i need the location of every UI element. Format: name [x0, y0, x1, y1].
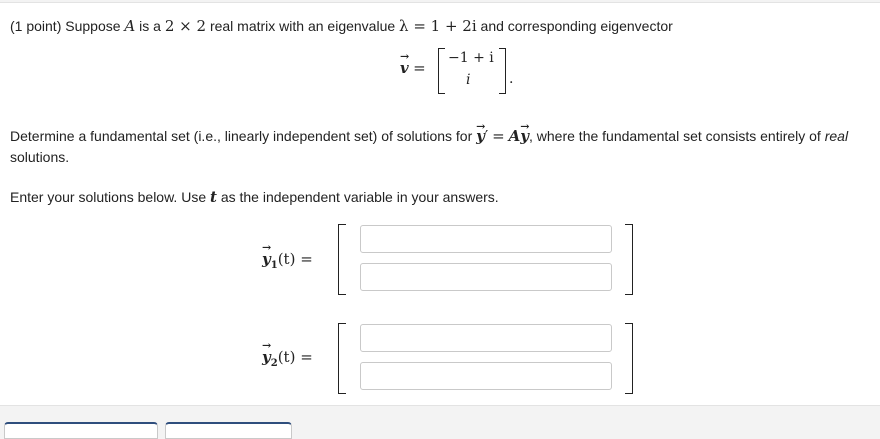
- y2-right-bracket: [625, 323, 633, 394]
- y2-argument: (t) =: [277, 348, 313, 366]
- intro-text-a: Suppose: [65, 18, 121, 34]
- submit-button-partial[interactable]: [4, 422, 158, 439]
- determine-instruction: Determine a fundamental set (i.e., linea…: [10, 120, 849, 145]
- problem-panel: (1 point) Suppose A is a 2 × 2 real matr…: [0, 2, 880, 406]
- prime-symbol: ′: [484, 127, 489, 145]
- vector-arrow-icon: →: [262, 241, 272, 254]
- y1-left-bracket: [338, 224, 346, 295]
- y1-subscript: 1: [270, 260, 278, 271]
- eigenvector-entry-2: i: [466, 72, 471, 88]
- points-label: (1 point): [10, 18, 62, 34]
- vector-y2-symbol: → y: [262, 339, 272, 366]
- secondary-button-partial[interactable]: [165, 422, 292, 439]
- eigenvector-label: → v =: [400, 50, 426, 78]
- matrix-size: 2 × 2: [164, 17, 207, 35]
- y1-component-2-input[interactable]: [360, 263, 612, 291]
- intro-text-d: and corresponding eigenvector: [480, 18, 673, 34]
- intro-text-b: is a: [139, 18, 161, 34]
- enter-instruction: Enter your solutions below. Use t as the…: [10, 189, 499, 205]
- vector-v-symbol: → v: [400, 50, 410, 77]
- vector-arrow-icon: →: [476, 120, 486, 133]
- y2-label: → y2(t) =: [262, 339, 313, 369]
- real-word: real: [824, 128, 849, 144]
- determine-text-b: , where the fundamental set consists ent…: [529, 128, 821, 144]
- y1-right-bracket: [625, 224, 633, 295]
- matrix-a-symbol: A: [508, 127, 521, 145]
- matrix-symbol: A: [124, 17, 136, 35]
- equals-sign: =: [413, 59, 426, 77]
- y2-component-2-input[interactable]: [360, 362, 612, 390]
- vector-y-symbol: → y: [476, 120, 486, 145]
- left-bracket: [438, 48, 445, 94]
- y2-left-bracket: [338, 323, 346, 394]
- y2-subscript: 2: [270, 358, 278, 369]
- period: .: [509, 71, 514, 87]
- eigenvector-entry-1: −1 + i: [448, 50, 494, 66]
- t-variable: t: [210, 188, 217, 206]
- vector-y-symbol-rhs: → y: [520, 120, 530, 145]
- ode-equals: =: [492, 127, 505, 145]
- y1-label: → y1(t) =: [262, 241, 313, 271]
- vector-arrow-icon: →: [400, 50, 410, 63]
- enter-text-a: Enter your solutions below. Use: [10, 189, 207, 205]
- y1-component-1-input[interactable]: [360, 225, 612, 253]
- vector-arrow-icon: →: [262, 339, 272, 352]
- vector-arrow-icon: →: [520, 120, 530, 133]
- determine-text-c: solutions.: [10, 149, 70, 165]
- vector-y1-symbol: → y: [262, 241, 272, 268]
- eigenvalue-expression: λ = 1 + 2i: [399, 17, 477, 35]
- right-bracket: [499, 48, 506, 94]
- enter-text-b: as the independent variable in your answ…: [220, 189, 499, 205]
- y2-component-1-input[interactable]: [360, 324, 612, 352]
- problem-statement-line-1: (1 point) Suppose A is a 2 × 2 real matr…: [10, 18, 673, 34]
- determine-text-a: Determine a fundamental set (i.e., linea…: [10, 128, 473, 144]
- y1-argument: (t) =: [277, 250, 313, 268]
- intro-text-c: real matrix with an eigenvalue: [209, 18, 396, 34]
